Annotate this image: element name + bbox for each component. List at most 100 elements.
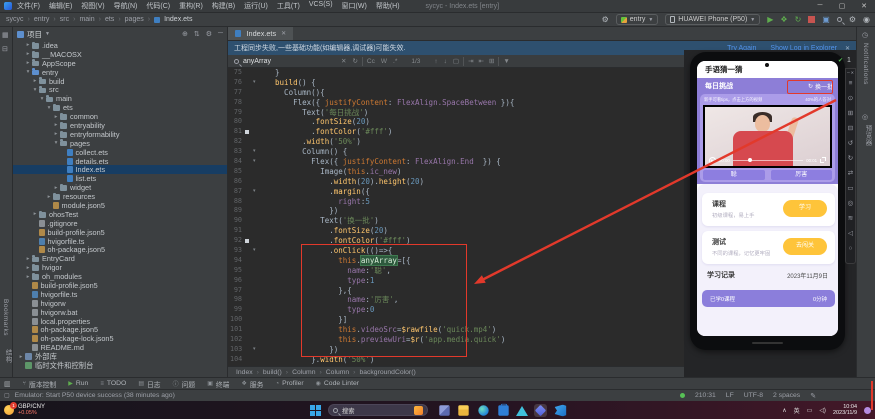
maximize-icon[interactable]: ▢	[831, 2, 853, 10]
caret-position[interactable]: 210:31	[695, 392, 716, 399]
menu-icon[interactable]: ≡	[846, 76, 855, 91]
back-icon[interactable]: ◁	[846, 226, 855, 241]
device-selector[interactable]: HUAWEI Phone (P50) ▼	[665, 14, 760, 25]
deveco-device-tool-icon[interactable]	[515, 404, 528, 417]
editor-breadcrumb-item[interactable]: backgroundColor()	[359, 369, 415, 376]
editor-breadcrumb-item[interactable]: Column	[326, 369, 349, 376]
collapse-icon[interactable]: ▾	[52, 140, 60, 146]
line-separator[interactable]: LF	[726, 392, 734, 399]
breadcrumb-item[interactable]: pages	[125, 16, 144, 23]
input-language[interactable]: 英	[794, 406, 800, 415]
profile-icon[interactable]: ↻	[795, 15, 802, 24]
expand-icon[interactable]: ▸	[52, 131, 60, 137]
breadcrumb-item[interactable]: sycyc	[6, 16, 24, 23]
sync-settings-icon[interactable]: ⚙	[602, 15, 609, 24]
expand-icon[interactable]: ▸	[31, 211, 39, 217]
select-in-scope-icon[interactable]: ⊞	[489, 57, 494, 65]
menu-item[interactable]: 代码(C)	[146, 1, 170, 11]
breadcrumb-item[interactable]: ets	[105, 16, 114, 23]
expand-icon[interactable]: ▸	[31, 78, 39, 84]
microsoft-store-icon[interactable]	[497, 404, 510, 417]
answer-button[interactable]: 厉害	[771, 170, 833, 180]
task-view-icon[interactable]	[438, 404, 451, 417]
tree-item[interactable]: details.ets	[13, 157, 227, 166]
editor-breadcrumb-item[interactable]: Index	[236, 369, 253, 376]
menu-item[interactable]: 窗口(W)	[342, 1, 367, 11]
settings-gear-icon[interactable]: ⚙	[849, 15, 856, 24]
tree-item[interactable]: ▾ets	[13, 103, 227, 112]
remove-selection-icon[interactable]: ⇤	[479, 57, 484, 65]
expand-icon[interactable]: ▸	[24, 256, 32, 262]
tool-window-terminal[interactable]: ▣终端	[207, 379, 229, 389]
fold-icon[interactable]: ▾	[253, 345, 256, 355]
minimize-icon[interactable]: ─	[809, 2, 831, 10]
tree-item[interactable]: hvigorw.bat	[13, 308, 227, 317]
tool-window-problems[interactable]: ⓘ问题	[173, 379, 196, 389]
tree-item[interactable]: oh-package.json5	[13, 245, 227, 254]
expand-icon[interactable]: ▸	[52, 114, 60, 120]
device-file-browser-icon[interactable]: ▣	[822, 15, 830, 24]
tree-item[interactable]: ▾pages	[13, 139, 227, 148]
tree-item[interactable]: ▸entryformability	[13, 130, 227, 139]
tree-item[interactable]: ▸hvigor	[13, 263, 227, 272]
tree-item[interactable]: list.ets	[13, 174, 227, 183]
notifications-tab[interactable]: Notifications	[862, 43, 869, 85]
tree-item[interactable]: build-profile.json5	[13, 281, 227, 290]
start-button[interactable]	[310, 405, 321, 416]
play-icon[interactable]: ▶	[709, 157, 716, 164]
answer-button[interactable]: 聪	[703, 170, 765, 180]
next-match-icon[interactable]: ↓	[444, 58, 447, 65]
close-tab-icon[interactable]: ✕	[281, 30, 286, 37]
tree-item[interactable]: local.properties	[13, 317, 227, 326]
fold-icon[interactable]: ▾	[253, 187, 256, 197]
tree-item[interactable]: ▸entryability	[13, 121, 227, 130]
bookmarks-tab[interactable]: Bookmarks	[2, 299, 9, 336]
run-icon[interactable]: ▶	[767, 15, 773, 24]
expand-icon[interactable]: ▸	[52, 122, 60, 128]
home-icon[interactable]: ○	[846, 241, 855, 256]
breadcrumb-item[interactable]: main	[79, 16, 94, 23]
tree-item[interactable]: ▸widget	[13, 183, 227, 192]
tree-item[interactable]: ▾src	[13, 85, 227, 94]
editor-breadcrumb-item[interactable]: build()	[263, 369, 282, 376]
touch-keyboard-icon[interactable]: ▭	[807, 407, 813, 414]
tree-item[interactable]: .gitignore	[13, 219, 227, 228]
volume-down-icon[interactable]: ⊟	[846, 121, 855, 136]
tree-item[interactable]: ▸resources	[13, 192, 227, 201]
tool-window-log[interactable]: ▤日志	[138, 379, 160, 389]
search-toggle-Cc[interactable]: Cc	[367, 58, 375, 65]
tree-item[interactable]: Index.ets	[13, 165, 227, 174]
search-history-icon[interactable]: ↻	[352, 57, 357, 65]
menu-item[interactable]: 重构(R)	[179, 1, 203, 11]
collapse-icon[interactable]: ▾	[38, 96, 46, 102]
tool-window-branch[interactable]: ⑂版本控制	[22, 379, 56, 389]
tree-item[interactable]: ▸AppScope	[13, 59, 227, 68]
file-explorer-icon[interactable]	[457, 404, 470, 417]
breadcrumb-item[interactable]: src	[60, 16, 69, 23]
panel-settings-icon[interactable]: ⚙	[206, 30, 212, 38]
account-icon[interactable]: ◉	[863, 15, 870, 24]
search-toggle-W[interactable]: W	[381, 58, 387, 65]
expand-icon[interactable]: ▸	[24, 51, 32, 57]
menu-item[interactable]: 导航(N)	[114, 1, 138, 11]
search-everywhere-icon[interactable]	[837, 17, 842, 22]
wifi-icon[interactable]: ≋	[846, 211, 855, 226]
tool-window-profiler[interactable]: ◔Profiler	[275, 380, 303, 387]
tree-item[interactable]: oh-package.json5	[13, 326, 227, 335]
card-action-button[interactable]: 学习	[783, 200, 827, 217]
vscode-icon[interactable]	[554, 404, 567, 417]
location-icon[interactable]: ◎	[846, 196, 855, 211]
expand-icon[interactable]: ▸	[24, 42, 32, 48]
fold-icon[interactable]: ⇄	[846, 166, 855, 181]
file-encoding[interactable]: UTF-8	[744, 392, 763, 399]
debug-icon[interactable]: ❖	[780, 15, 787, 24]
volume-icon[interactable]: ◁)	[819, 407, 826, 414]
fold-icon[interactable]: ▾	[253, 147, 256, 157]
expand-icon[interactable]: ▸	[17, 354, 25, 360]
tree-item[interactable]: ▸__MACOSX	[13, 50, 227, 59]
search-toggle-.*[interactable]: .*	[393, 58, 397, 65]
locate-file-icon[interactable]: ⊕	[182, 30, 188, 38]
breadcrumb-item[interactable]: entry	[34, 16, 50, 23]
commit-tool-icon[interactable]: ⊟	[2, 45, 8, 53]
seek-knob[interactable]	[748, 158, 752, 162]
